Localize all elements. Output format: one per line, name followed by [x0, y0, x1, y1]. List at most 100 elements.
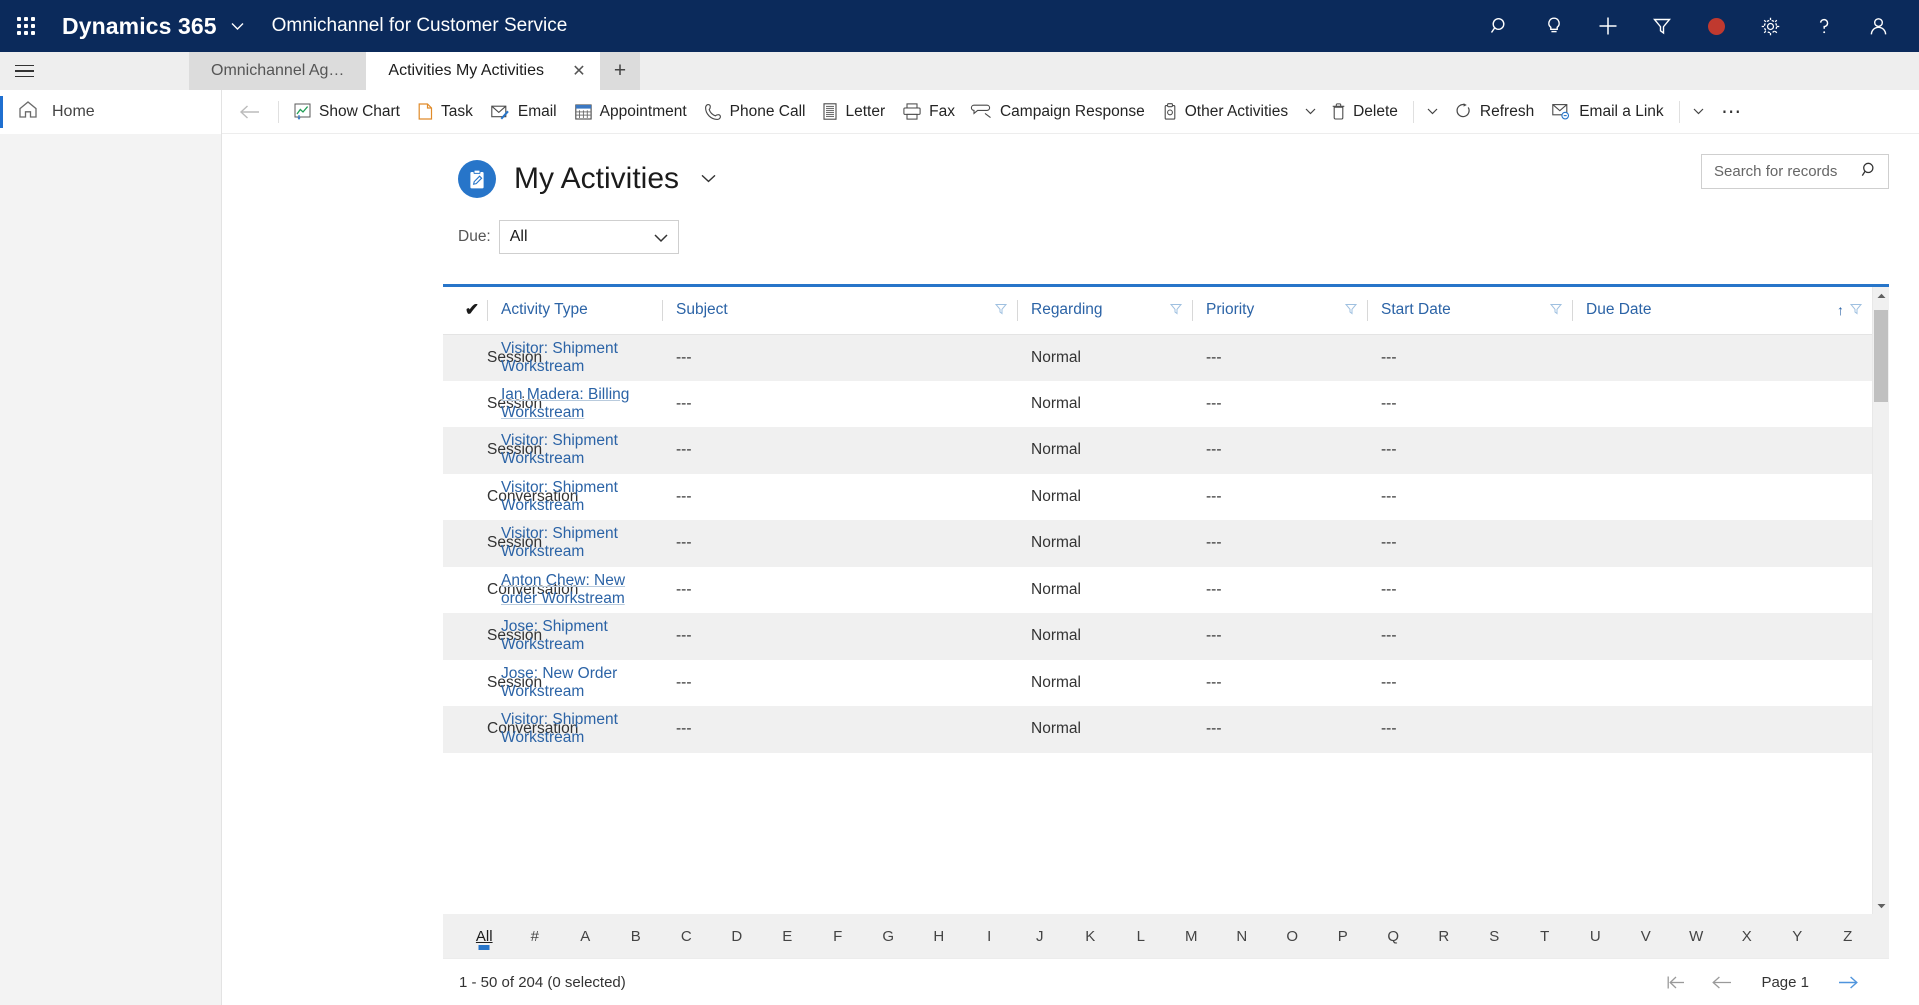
sort-ascending-icon[interactable]: ↑: [1837, 302, 1844, 318]
help-icon[interactable]: [1797, 0, 1851, 52]
chevron-down-icon[interactable]: [654, 230, 668, 245]
grid-vertical-scrollbar[interactable]: [1872, 287, 1889, 914]
other-activities-caret-icon[interactable]: [1297, 90, 1323, 133]
chevron-down-icon[interactable]: [701, 170, 716, 188]
show-chart-button[interactable]: Show Chart: [285, 90, 409, 133]
cell-subject[interactable]: Visitor: Shipment Workstream: [487, 520, 662, 567]
alpha-filter-s[interactable]: S: [1469, 914, 1520, 958]
table-row[interactable]: Conversation Anton Chew: New order Workst…: [443, 567, 1872, 614]
alpha-filter-y[interactable]: Y: [1772, 914, 1823, 958]
search-input[interactable]: [1712, 162, 1861, 181]
filter-icon[interactable]: [994, 303, 1008, 318]
scroll-up-icon[interactable]: [1873, 287, 1889, 304]
subject-link[interactable]: Visitor: Shipment Workstream: [501, 432, 618, 467]
cell-subject[interactable]: Ian Madera: Billing Workstream: [487, 381, 662, 428]
search-records-box[interactable]: [1701, 154, 1889, 189]
letter-button[interactable]: Letter: [814, 90, 894, 133]
other-activities-button[interactable]: Other Activities: [1154, 90, 1297, 133]
appointment-button[interactable]: Appointment: [566, 90, 696, 133]
alpha-filter-f[interactable]: F: [813, 914, 864, 958]
cell-subject[interactable]: Jose: New Order Workstream: [487, 660, 662, 707]
alpha-filter-hash[interactable]: #: [510, 914, 561, 958]
subject-link[interactable]: Jose: New Order Workstream: [501, 665, 617, 700]
search-icon[interactable]: [1861, 161, 1878, 183]
alpha-filter-u[interactable]: U: [1570, 914, 1621, 958]
alpha-filter-k[interactable]: K: [1065, 914, 1116, 958]
scroll-track[interactable]: [1873, 304, 1889, 897]
phone-call-button[interactable]: Phone Call: [696, 90, 815, 133]
cell-subject[interactable]: Visitor: Shipment Workstream: [487, 334, 662, 381]
subject-link[interactable]: Jose: Shipment Workstream: [501, 618, 608, 653]
campaign-response-button[interactable]: Campaign Response: [964, 90, 1154, 133]
subject-link[interactable]: Visitor: Shipment Workstream: [501, 479, 618, 514]
next-page-button[interactable]: [1825, 962, 1871, 1002]
column-header-start-date[interactable]: Start Date: [1367, 287, 1572, 335]
add-tab-button[interactable]: +: [600, 52, 640, 90]
alpha-filter-b[interactable]: B: [611, 914, 662, 958]
alpha-filter-v[interactable]: V: [1621, 914, 1672, 958]
subject-link[interactable]: Visitor: Shipment Workstream: [501, 525, 618, 560]
alpha-filter-z[interactable]: Z: [1823, 914, 1874, 958]
cell-subject[interactable]: Jose: Shipment Workstream: [487, 613, 662, 660]
column-header-subject[interactable]: Subject: [662, 287, 1017, 335]
alpha-filter-q[interactable]: Q: [1368, 914, 1419, 958]
alpha-filter-w[interactable]: W: [1671, 914, 1722, 958]
alpha-filter-x[interactable]: X: [1722, 914, 1773, 958]
table-row[interactable]: SessionVisitor: Shipment Workstream---No…: [443, 520, 1872, 567]
sidebar-item-home[interactable]: Home: [0, 90, 221, 134]
alpha-filter-r[interactable]: R: [1419, 914, 1470, 958]
alpha-filter-o[interactable]: O: [1267, 914, 1318, 958]
check-icon[interactable]: ✔: [457, 300, 487, 320]
cell-subject[interactable]: Visitor: Shipment Workstream: [487, 427, 662, 474]
scroll-thumb[interactable]: [1874, 310, 1888, 402]
cell-subject[interactable]: Visitor: Shipment Workstream: [487, 474, 662, 521]
select-all-header[interactable]: ✔: [443, 287, 487, 335]
plus-icon[interactable]: [1581, 0, 1635, 52]
command-overflow-button[interactable]: ⋯: [1712, 90, 1752, 133]
alpha-filter-a[interactable]: A: [560, 914, 611, 958]
alpha-filter-m[interactable]: M: [1166, 914, 1217, 958]
table-row[interactable]: Session Jose: New Order Workstream --- Norm…: [443, 660, 1872, 707]
email-a-link-caret-icon[interactable]: [1686, 90, 1712, 133]
alpha-filter-e[interactable]: E: [762, 914, 813, 958]
table-row[interactable]: SessionVisitor: Shipment Workstream---No…: [443, 427, 1872, 474]
subject-link[interactable]: Visitor: Shipment Workstream: [501, 340, 618, 375]
previous-page-button[interactable]: [1699, 962, 1745, 1002]
table-row[interactable]: ConversationVisitor: Shipment Workstream…: [443, 474, 1872, 521]
gear-icon[interactable]: [1743, 0, 1797, 52]
alpha-filter-n[interactable]: N: [1217, 914, 1268, 958]
alpha-filter-h[interactable]: H: [914, 914, 965, 958]
task-button[interactable]: Task: [409, 90, 482, 133]
email-button[interactable]: Email: [482, 90, 566, 133]
column-header-priority[interactable]: Priority: [1192, 287, 1367, 335]
cell-subject[interactable]: Anton Chew: New order Workstream: [487, 567, 662, 614]
due-filter-select[interactable]: All: [498, 220, 679, 254]
chevron-down-icon[interactable]: [231, 18, 244, 35]
alpha-filter-all[interactable]: All: [459, 914, 510, 958]
table-row[interactable]: SessionVisitor: Shipment Workstream---No…: [443, 334, 1872, 381]
filter-icon[interactable]: [1169, 303, 1183, 318]
alpha-filter-j[interactable]: J: [1015, 914, 1066, 958]
first-page-button[interactable]: [1653, 962, 1699, 1002]
alpha-filter-c[interactable]: C: [661, 914, 712, 958]
column-header-activity-type[interactable]: Activity Type: [487, 287, 662, 335]
cell-subject[interactable]: Visitor: Shipment Workstream: [487, 706, 662, 753]
filter-icon[interactable]: [1344, 303, 1358, 318]
subject-link[interactable]: Anton Chew: New order Workstream: [501, 572, 625, 607]
filter-icon[interactable]: [1849, 303, 1863, 318]
column-header-regarding[interactable]: Regarding: [1017, 287, 1192, 335]
refresh-button[interactable]: Refresh: [1446, 90, 1543, 133]
alpha-filter-l[interactable]: L: [1116, 914, 1167, 958]
user-avatar-icon[interactable]: [1851, 0, 1905, 52]
subject-link[interactable]: Ian Madera: Billing Workstream: [501, 386, 629, 421]
search-icon[interactable]: [1473, 0, 1527, 52]
lightbulb-icon[interactable]: [1527, 0, 1581, 52]
email-a-link-button[interactable]: Email a Link: [1543, 90, 1672, 133]
tab-omnichannel-agent[interactable]: Omnichannel Ag…: [189, 52, 367, 90]
delete-caret-icon[interactable]: [1420, 90, 1446, 133]
app-launcher-icon[interactable]: [0, 0, 52, 52]
site-map-toggle-icon[interactable]: [0, 52, 48, 90]
alpha-filter-p[interactable]: P: [1318, 914, 1369, 958]
delete-button[interactable]: Delete: [1323, 90, 1407, 133]
fax-button[interactable]: Fax: [894, 90, 964, 133]
